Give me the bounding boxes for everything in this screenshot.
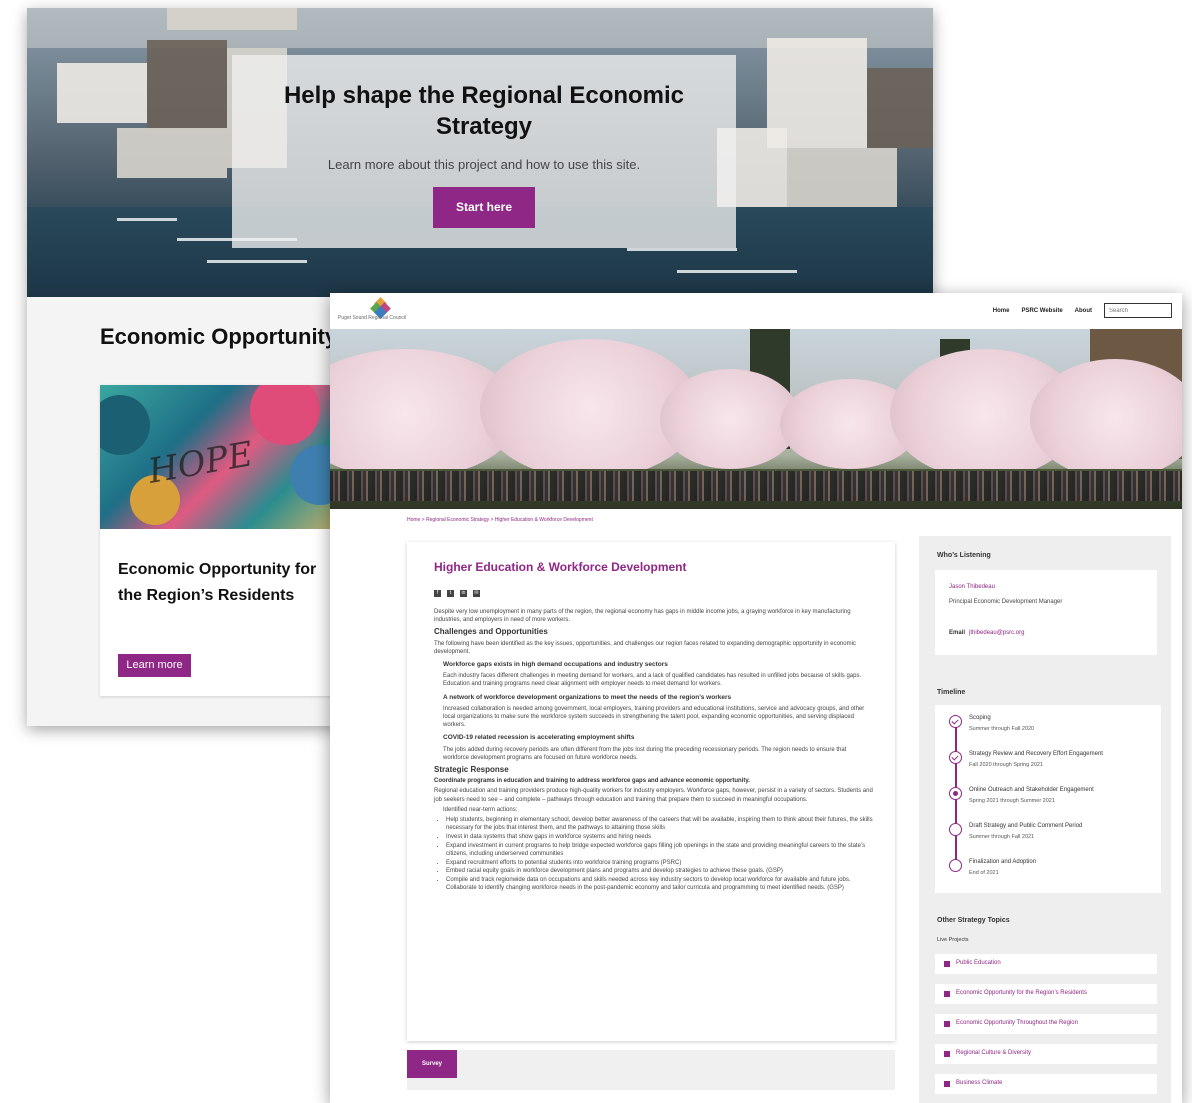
strategic-subheading: Coordinate programs in education and tra… [434, 778, 750, 785]
external-link-icon [944, 1081, 950, 1087]
issue-text: The jobs added during recovery periods a… [443, 746, 847, 761]
nav-home[interactable]: Home [993, 308, 1010, 314]
topic-label: Business Climate [956, 1080, 1003, 1086]
issue-heading: A network of workforce development organ… [443, 693, 732, 701]
timeline-card: Scoping Summer through Fall 2020 Strateg… [935, 705, 1161, 893]
hero-subtitle: Learn more about this project and how to… [327, 157, 641, 172]
external-link-icon [944, 991, 950, 997]
topic-label: Regional Culture & Diversity [956, 1050, 1032, 1056]
circle-icon [949, 859, 962, 872]
topic-link[interactable]: Economic Opportunity Throughout the Regi… [935, 1014, 1157, 1034]
hero-banner: Help shape the Regional Economic Strateg… [27, 8, 933, 297]
mural-image: HOPE [100, 385, 340, 529]
top-bar: Puget Sound Regional Council Home PSRC W… [330, 293, 1182, 329]
actions-label: Identified near-term actions: [443, 806, 518, 813]
logo-mark-icon [370, 297, 391, 319]
main-nav: Home PSRC Website About [993, 303, 1172, 318]
email-icon[interactable]: ✉ [473, 590, 480, 597]
topic-link[interactable]: Economic Opportunity for the Region’s Re… [935, 984, 1157, 1004]
check-icon [949, 751, 962, 764]
search-input[interactable] [1104, 303, 1172, 318]
strategic-heading: Strategic Response [434, 765, 509, 775]
challenges-intro: The following have been identified as th… [434, 640, 856, 655]
list-item: Help students, beginning in elementary s… [446, 816, 874, 832]
challenges-heading: Challenges and Opportunities [434, 627, 548, 637]
issue-text: Each industry faces different challenges… [443, 673, 862, 688]
current-dot-icon [949, 787, 962, 800]
page-title: Higher Education & Workforce Development [434, 560, 687, 574]
learn-more-button[interactable]: Learn more [118, 654, 191, 677]
contact-card: Jason Thibedeau Principal Economic Devel… [935, 570, 1157, 655]
card-title: Economic Opportunity for the Region’s Re… [118, 561, 317, 604]
timeline-date: Fall 2020 through Spring 2021 [969, 762, 1043, 768]
list-item: Expand investment in current programs to… [446, 842, 874, 858]
section-heading: Economic Opportunity [100, 324, 338, 349]
intro-text: Despite very low unemployment in many pa… [434, 609, 851, 624]
sidebar: Who’s Listening Jason Thibedeau Principa… [919, 536, 1171, 1103]
twitter-icon[interactable]: t [447, 590, 454, 597]
other-topics-heading: Other Strategy Topics [937, 917, 1010, 924]
cherry-blossom-banner [330, 329, 1182, 509]
timeline-date: Summer through Fall 2021 [969, 834, 1035, 840]
issue-heading: Workforce gaps exists in high demand occ… [443, 661, 668, 669]
external-link-icon [944, 1021, 950, 1027]
issue-text: Increased collaboration is needed among … [443, 705, 865, 729]
topic-label: Economic Opportunity Throughout the Regi… [956, 1020, 1078, 1026]
start-here-button[interactable]: Start here [433, 187, 535, 228]
circle-icon [949, 823, 962, 836]
strategic-text: Regional education and training provider… [434, 788, 873, 803]
timeline-title: Draft Strategy and Public Comment Period [969, 823, 1083, 829]
issue-heading: COVID-19 related recession is accelerati… [443, 734, 635, 742]
facebook-icon[interactable]: f [434, 590, 441, 597]
list-item: Expand recruitment efforts to potential … [446, 859, 874, 867]
linkedin-icon[interactable]: in [460, 590, 467, 597]
contact-name[interactable]: Jason Thibedeau [949, 584, 995, 590]
mural-graffiti: HOPE [145, 434, 256, 492]
survey-bar: Survey [407, 1050, 895, 1090]
survey-button[interactable]: Survey [407, 1050, 457, 1078]
timeline-title: Finalization and Adoption [969, 859, 1037, 865]
timeline-heading: Timeline [937, 689, 966, 696]
article-body: Despite very low unemployment in many pa… [434, 608, 874, 893]
hero-title: Help shape the Regional Economic Strateg… [283, 82, 685, 140]
article-card: Higher Education & Workforce Development… [407, 542, 895, 1041]
timeline-date: Summer through Fall 2020 [969, 726, 1035, 732]
nav-psrc-website[interactable]: PSRC Website [1021, 308, 1062, 314]
logo-text: Puget Sound Regional Council [338, 315, 407, 321]
nav-about[interactable]: About [1075, 308, 1092, 314]
contact-email: Email jthibedeau@psrc.org [949, 630, 1024, 636]
actions-list: Help students, beginning in elementary s… [446, 816, 874, 892]
list-item: Compile and track regionwide data on occ… [446, 876, 874, 892]
breadcrumb[interactable]: Home > Regional Economic Strategy > High… [407, 517, 593, 523]
topic-link[interactable]: Regional Culture & Diversity [935, 1044, 1157, 1064]
topic-label: Public Education [956, 960, 1001, 966]
live-projects-label: Live Projects [937, 937, 969, 943]
topic-label: Economic Opportunity for the Region’s Re… [956, 990, 1087, 996]
list-item: Embed racial equity goals in workforce d… [446, 867, 874, 875]
check-icon [949, 715, 962, 728]
contact-role: Principal Economic Development Manager [949, 599, 1063, 605]
external-link-icon [944, 1051, 950, 1057]
hero-card: Help shape the Regional Economic Strateg… [232, 55, 736, 248]
topic-link[interactable]: Public Education [935, 954, 1157, 974]
timeline-date: Spring 2021 through Summer 2021 [969, 798, 1055, 804]
timeline-date: End of 2021 [969, 870, 999, 876]
psrc-logo[interactable]: Puget Sound Regional Council [338, 297, 428, 323]
share-icons: f t in ✉ [434, 590, 486, 597]
email-label: Email [949, 630, 966, 636]
timeline-title: Scoping [969, 715, 991, 721]
topic-card: HOPE Economic Opportunity for the Region… [100, 385, 340, 696]
external-link-icon [944, 961, 950, 967]
timeline-title: Strategy Review and Recovery Effort Enga… [969, 751, 1103, 757]
front-window: Puget Sound Regional Council Home PSRC W… [330, 293, 1182, 1103]
topic-link[interactable]: Business Climate [935, 1074, 1157, 1094]
list-item: Invest in data systems that show gaps in… [446, 833, 874, 841]
email-link[interactable]: jthibedeau@psrc.org [969, 630, 1024, 636]
whos-listening-heading: Who’s Listening [937, 552, 991, 559]
timeline-title: Online Outreach and Stakeholder Engageme… [969, 787, 1094, 793]
